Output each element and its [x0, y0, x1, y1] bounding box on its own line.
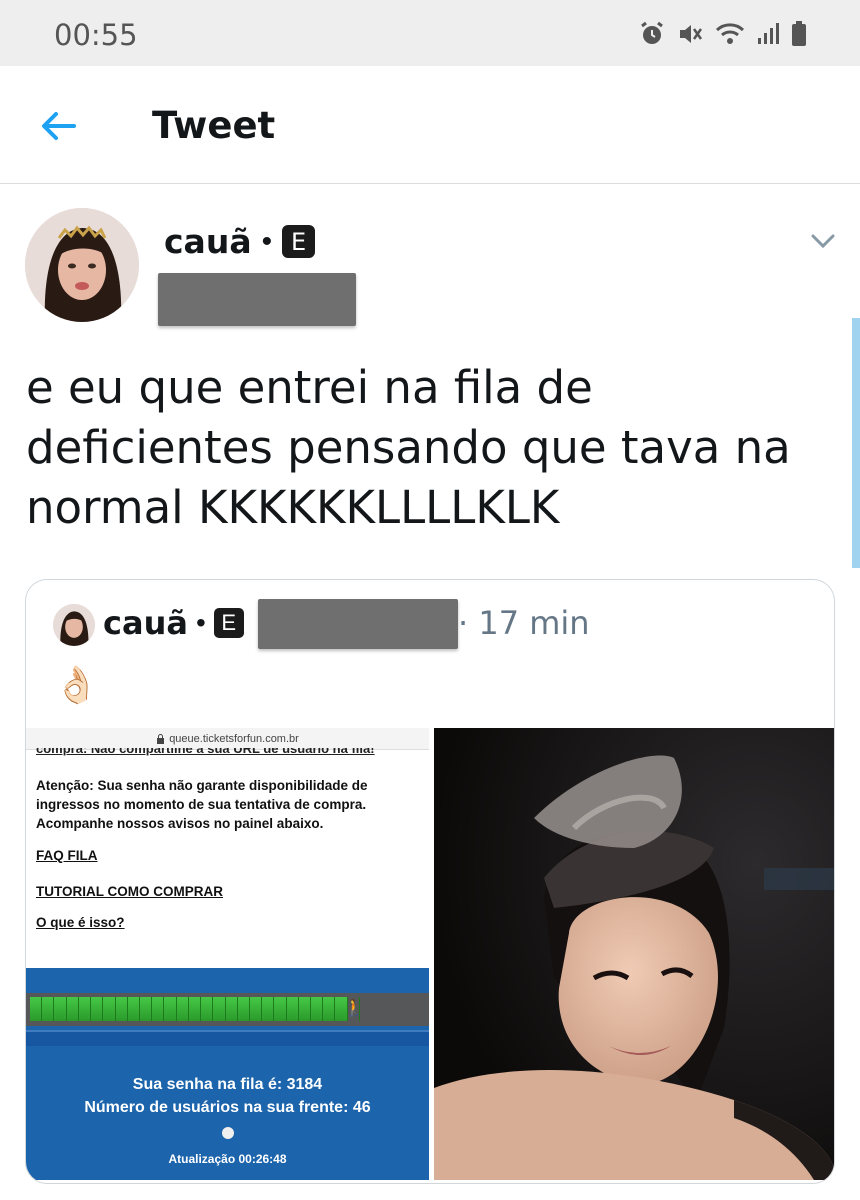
- progress-segment: [115, 997, 128, 1021]
- cut-off-text: compra: Não compartilhe a sua URL de usu…: [36, 748, 375, 756]
- queue-progress-bar: [30, 997, 360, 1021]
- queue-screenshot[interactable]: queue.ticketsforfun.com.br compra: Não c…: [26, 728, 429, 1180]
- quoted-author-name: cauã: [103, 604, 188, 642]
- quoted-avatar: [53, 604, 95, 646]
- portrait-photo: [434, 728, 834, 1180]
- faq-link[interactable]: FAQ FILA: [36, 848, 98, 863]
- page-title: Tweet: [152, 104, 276, 147]
- media-grid: queue.ticketsforfun.com.br compra: Não c…: [26, 728, 834, 1183]
- ok-hand-emoji: 👌🏻: [54, 664, 99, 705]
- progress-segment: [237, 997, 250, 1021]
- wifi-icon: [714, 20, 746, 48]
- back-button[interactable]: [34, 104, 82, 148]
- status-time: 00:55: [54, 18, 138, 52]
- progress-segment: [188, 997, 202, 1021]
- queue-panel: 🚶 Sua senha na fila é: 3184 Número de us…: [26, 968, 429, 1180]
- queue-position: Sua senha na fila é: 3184: [132, 1076, 323, 1093]
- redacted-handle: [158, 273, 356, 326]
- progress-segment: [298, 997, 312, 1021]
- progress-segment: [91, 997, 104, 1021]
- progress-segment: [30, 997, 43, 1021]
- progress-segment: [152, 997, 165, 1021]
- status-bar: 00:55: [0, 0, 860, 66]
- progress-segment: [78, 997, 92, 1021]
- update-time: Atualização 00:26:48: [168, 1152, 287, 1166]
- author-name[interactable]: cauã: [164, 222, 252, 261]
- scrollbar[interactable]: [852, 318, 860, 568]
- progress-segment: [323, 997, 336, 1021]
- tweet-text: e eu que entrei na fila de deficientes p…: [26, 361, 791, 534]
- lock-icon: [157, 733, 165, 744]
- tweet-author: cauã • E: [164, 222, 316, 261]
- progress-segment: [139, 997, 153, 1021]
- alarm-icon: [638, 20, 666, 48]
- separator: •: [261, 224, 273, 258]
- divider: [26, 1030, 429, 1046]
- progress-segment: [262, 997, 275, 1021]
- progress-segment: [103, 997, 116, 1021]
- mute-icon: [676, 20, 704, 48]
- progress-segment: [286, 997, 299, 1021]
- tutorial-link[interactable]: TUTORIAL COMO COMPRAR: [36, 884, 223, 899]
- progress-segment: [274, 997, 287, 1021]
- url-bar: queue.ticketsforfun.com.br: [26, 728, 429, 750]
- tweet-menu-button[interactable]: [808, 228, 838, 252]
- quoted-author: cauã • E: [103, 604, 244, 642]
- progress-segment: [311, 997, 324, 1021]
- what-is-this-link[interactable]: O que é isso?: [36, 915, 125, 930]
- arrow-left-icon: [42, 112, 76, 140]
- progress-segment: [225, 997, 238, 1021]
- progress-segment: [164, 997, 177, 1021]
- progress-segment: [201, 997, 214, 1021]
- loading-dot: [222, 1127, 234, 1139]
- warning-text: Atenção: Sua senha não garante disponibi…: [36, 778, 368, 831]
- separator: •: [195, 607, 206, 638]
- redacted-handle: [258, 599, 458, 649]
- progress-segment: [66, 997, 79, 1021]
- progress-segment: [54, 997, 67, 1021]
- photo[interactable]: [434, 728, 834, 1180]
- app-header: Tweet: [0, 66, 860, 184]
- walking-person-icon: 🚶: [344, 1000, 364, 1017]
- progress-segment: [249, 997, 263, 1021]
- url-text: queue.ticketsforfun.com.br: [169, 732, 299, 745]
- battery-icon: [790, 20, 808, 48]
- quoted-timestamp: · 17 min: [458, 604, 590, 642]
- users-ahead: Número de usuários na sua frente: 46: [84, 1099, 371, 1116]
- avatar[interactable]: [25, 208, 139, 322]
- progress-segment: [127, 997, 140, 1021]
- progress-segment: [213, 997, 226, 1021]
- signal-icon: [756, 20, 780, 48]
- quoted-tweet[interactable]: cauã • E · 17 min 👌🏻 queue.ticketsforfun…: [25, 579, 835, 1184]
- quoted-author-badge: E: [213, 608, 244, 638]
- author-badge: E: [282, 225, 316, 258]
- chevron-down-icon: [811, 234, 835, 249]
- progress-segment: [176, 997, 189, 1021]
- status-icons: [638, 18, 808, 50]
- progress-segment: [42, 997, 55, 1021]
